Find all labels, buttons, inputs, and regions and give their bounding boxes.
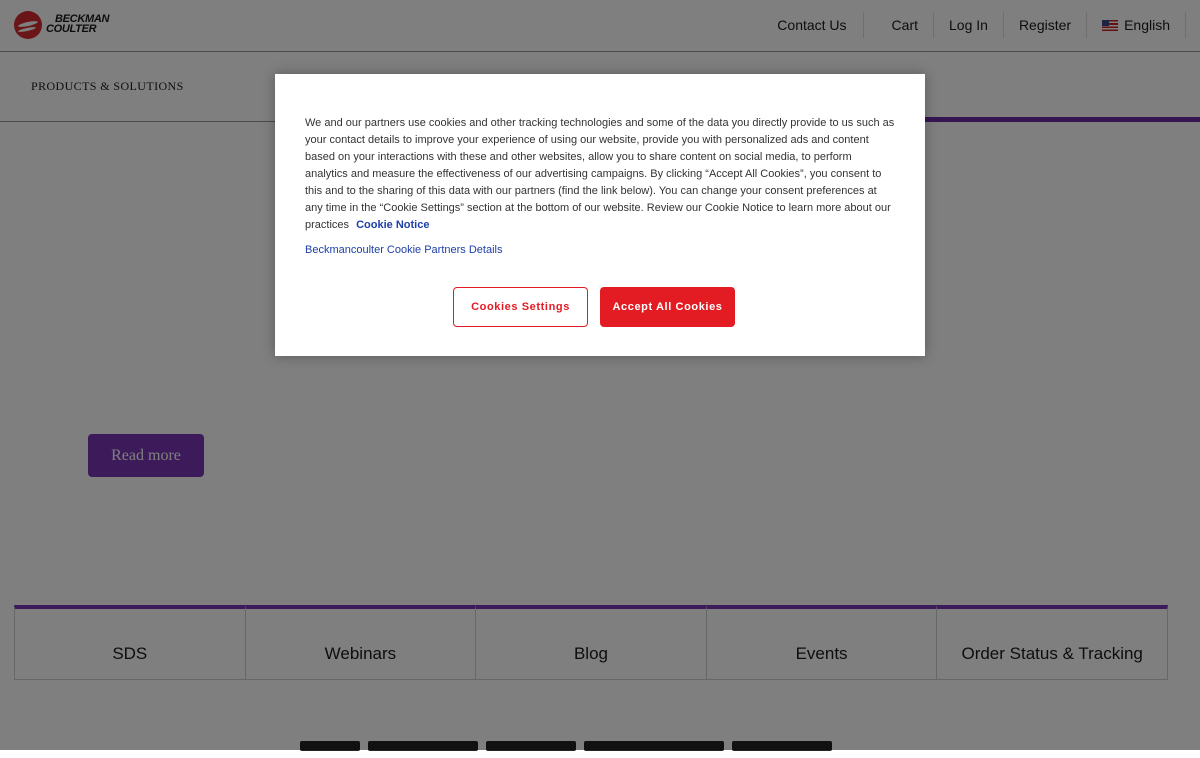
page: BECKMAN COULTER Contact Us Cart Log In R… <box>0 0 1200 751</box>
accept-all-cookies-button[interactable]: Accept All Cookies <box>600 287 735 327</box>
cookie-consent-dialog: We and our partners use cookies and othe… <box>275 74 925 356</box>
cookie-partners-link[interactable]: Beckmancoulter Cookie Partners Details <box>305 244 502 256</box>
cookie-notice-link[interactable]: Cookie Notice <box>356 219 429 231</box>
cookies-settings-button[interactable]: Cookies Settings <box>453 287 588 327</box>
cookie-consent-text: We and our partners use cookies and othe… <box>305 115 895 234</box>
cookie-consent-body: We and our partners use cookies and othe… <box>305 117 895 231</box>
